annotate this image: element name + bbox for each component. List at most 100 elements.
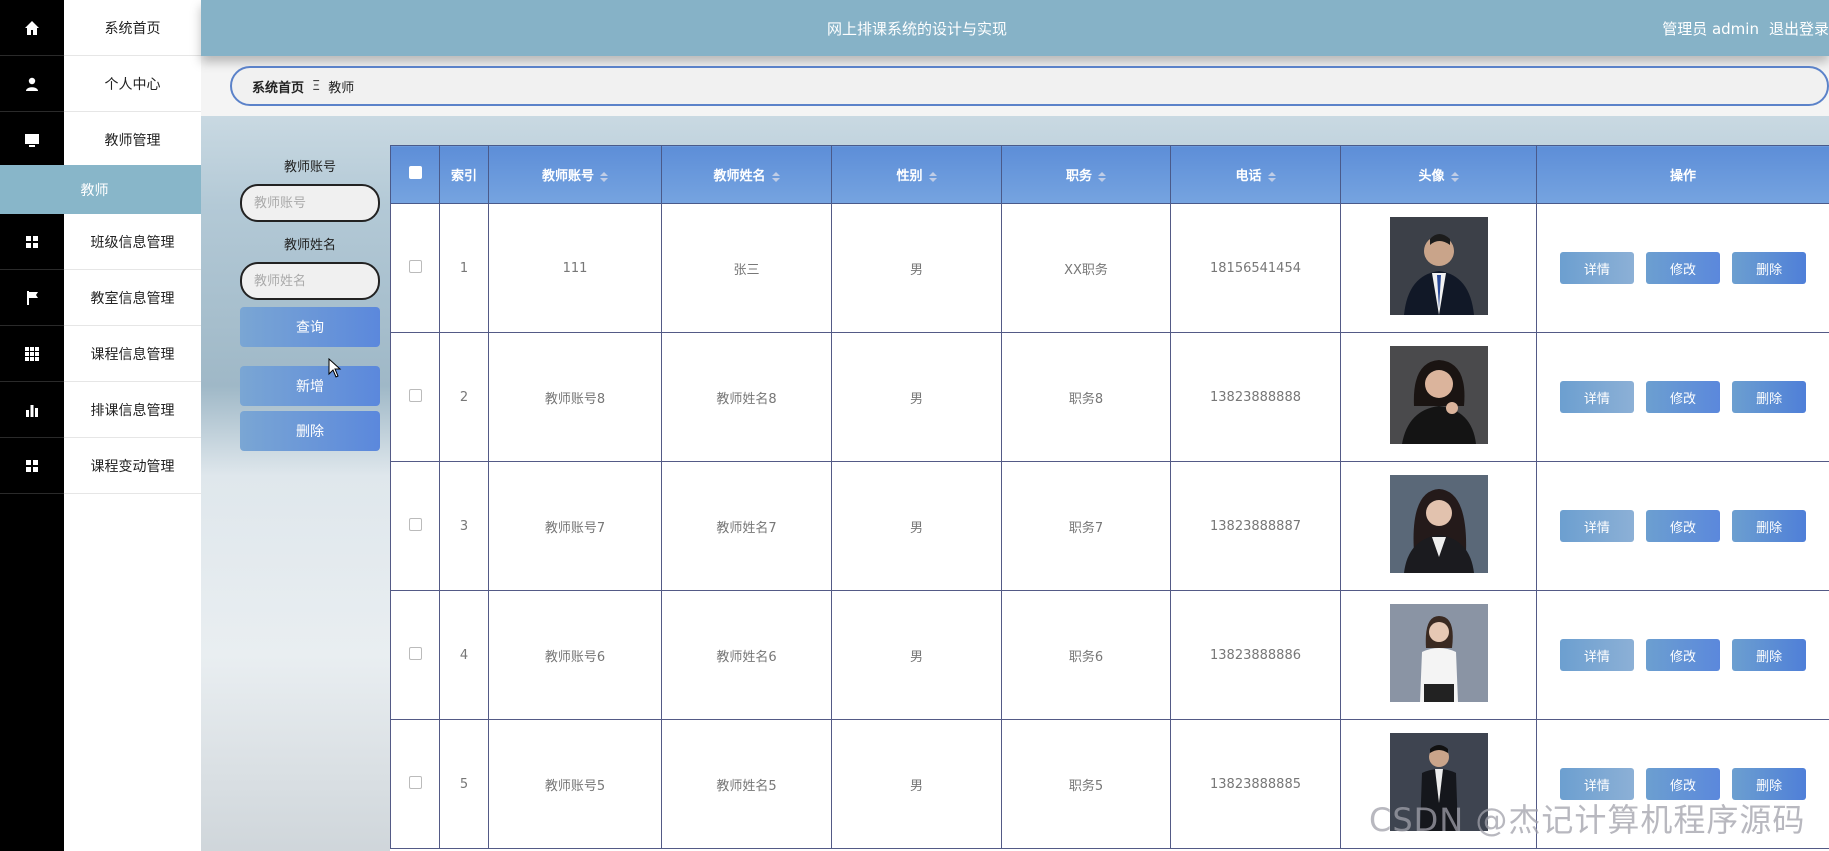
teacher-table: 索引 教师账号 教师姓名 性别 职务 电话 头像 操作 1 111 张三 男 X…: [390, 145, 1829, 851]
sort-icon[interactable]: [600, 171, 608, 182]
column-header-account[interactable]: 教师账号: [488, 145, 662, 204]
row-checkbox[interactable]: [408, 517, 422, 531]
top-header: 网上排课系统的设计与实现 管理员 admin 退出登录: [201, 0, 1829, 56]
row-select-cell[interactable]: [390, 461, 440, 591]
cell-phone: 13823888886: [1170, 590, 1341, 720]
sidebar-item-schedule-info[interactable]: 排课信息管理: [0, 382, 201, 438]
cell-position: XX职务: [1001, 203, 1171, 333]
avatar: [1389, 346, 1488, 444]
sort-icon[interactable]: [928, 171, 937, 182]
row-select-cell[interactable]: [390, 590, 440, 720]
apps-icon: [0, 326, 64, 382]
table-row: 2 教师账号8 教师姓名8 男 职务8 13823888888 详情 修改 删除: [390, 332, 1829, 462]
sidebar-item-home[interactable]: 系统首页: [0, 0, 201, 56]
sidebar-item-label: 班级信息管理: [64, 214, 201, 270]
sort-icon[interactable]: [1098, 171, 1106, 182]
breadcrumb-home[interactable]: 系统首页: [252, 77, 304, 96]
cell-account: 教师账号8: [488, 332, 662, 462]
sort-icon[interactable]: [771, 171, 780, 182]
row-checkbox[interactable]: [408, 259, 422, 273]
detail-button[interactable]: 详情: [1559, 252, 1634, 284]
logout-link[interactable]: 退出登录: [1769, 18, 1829, 39]
grid-icon: [0, 438, 64, 494]
cell-avatar: [1340, 461, 1537, 591]
sidebar-item-teacher-management[interactable]: 教师管理: [0, 112, 201, 168]
column-header-phone[interactable]: 电话: [1170, 145, 1341, 204]
cell-phone: 18156541454: [1170, 203, 1341, 333]
delete-button[interactable]: 删除: [1732, 252, 1807, 284]
sidebar-item-label: 课程变动管理: [64, 438, 201, 494]
column-header-label: 电话: [1235, 169, 1262, 184]
teacher-account-label: 教师账号: [283, 160, 336, 175]
cell-position: 职务6: [1001, 590, 1171, 720]
home-icon: [0, 0, 64, 56]
column-header-gender[interactable]: 性别: [831, 145, 1002, 204]
sort-icon[interactable]: [1450, 171, 1459, 182]
cell-position: 职务5: [1001, 719, 1171, 849]
add-button[interactable]: 新增: [240, 366, 380, 406]
query-button[interactable]: 查询: [240, 307, 380, 347]
column-header-label: 教师姓名: [713, 169, 766, 184]
user-icon: [0, 56, 64, 112]
sidebar-subitem-teacher[interactable]: 教师: [0, 165, 201, 214]
cell-account: 教师账号7: [488, 461, 662, 591]
column-header-label: 职务: [1065, 169, 1092, 184]
column-header-position[interactable]: 职务: [1001, 145, 1171, 204]
batch-delete-button[interactable]: 删除: [240, 411, 380, 451]
row-select-cell[interactable]: [390, 719, 440, 849]
cell-name: 教师姓名5: [661, 719, 832, 849]
sidebar-item-label: 排课信息管理: [64, 382, 201, 438]
row-select-cell[interactable]: [390, 203, 440, 333]
teacher-account-input[interactable]: [240, 184, 380, 222]
breadcrumb: 系统首页 Ξ 教师: [230, 66, 1829, 106]
edit-button[interactable]: 修改: [1646, 252, 1720, 284]
sort-icon[interactable]: [1267, 171, 1276, 182]
column-header-index: 索引: [439, 145, 489, 204]
detail-button[interactable]: 详情: [1559, 639, 1634, 671]
cell-name: 张三: [661, 203, 832, 333]
cell-gender: 男: [831, 461, 1002, 591]
sidebar-item-course-info[interactable]: 课程信息管理: [0, 326, 201, 382]
detail-button[interactable]: 详情: [1559, 381, 1634, 413]
cell-account: 111: [488, 203, 662, 333]
table-row: 4 教师账号6 教师姓名6 男 职务6 13823888886 详情 修改 删除: [390, 590, 1829, 720]
cell-phone: 13823888888: [1170, 332, 1341, 462]
cell-actions: 详情 修改 删除: [1536, 590, 1829, 720]
edit-button[interactable]: 修改: [1646, 510, 1720, 542]
cell-index: 2: [439, 332, 489, 462]
delete-button[interactable]: 删除: [1732, 381, 1807, 413]
delete-button[interactable]: 删除: [1732, 510, 1807, 542]
detail-button[interactable]: 详情: [1559, 510, 1634, 542]
cell-index: 4: [439, 590, 489, 720]
row-checkbox[interactable]: [408, 775, 422, 789]
column-header-avatar[interactable]: 头像: [1340, 145, 1537, 204]
edit-button[interactable]: 修改: [1646, 381, 1720, 413]
sidebar-item-profile[interactable]: 个人中心: [0, 56, 201, 112]
sidebar-item-classroom-info[interactable]: 教室信息管理: [0, 270, 201, 326]
cell-gender: 男: [831, 203, 1002, 333]
row-select-cell[interactable]: [390, 332, 440, 462]
select-all-checkbox[interactable]: [408, 166, 422, 179]
row-checkbox[interactable]: [408, 646, 422, 660]
table-header-row: 索引 教师账号 教师姓名 性别 职务 电话 头像 操作: [390, 145, 1829, 204]
app-title: 网上排课系统的设计与实现: [826, 19, 1007, 38]
edit-button[interactable]: 修改: [1646, 639, 1720, 671]
sidebar-item-class-info[interactable]: 班级信息管理: [0, 214, 201, 270]
sidebar-item-label: 课程信息管理: [64, 326, 201, 382]
select-all-cell[interactable]: [390, 145, 440, 204]
teacher-name-input[interactable]: [240, 262, 380, 300]
column-header-label: 头像: [1418, 169, 1445, 184]
column-header-label: 性别: [896, 169, 923, 184]
cell-phone: 13823888885: [1170, 719, 1341, 849]
teacher-name-label: 教师姓名: [283, 238, 336, 253]
bar-chart-icon: [0, 382, 64, 438]
flag-icon: [0, 270, 64, 326]
row-checkbox[interactable]: [408, 388, 422, 402]
delete-button[interactable]: 删除: [1732, 639, 1807, 671]
column-header-name[interactable]: 教师姓名: [661, 145, 832, 204]
table-row: 1 111 张三 男 XX职务 18156541454 详情 修改 删除: [390, 203, 1829, 333]
sidebar-item-label: 系统首页: [64, 0, 201, 56]
sidebar-item-course-change[interactable]: 课程变动管理: [0, 438, 201, 494]
user-area: 管理员 admin 退出登录: [1652, 0, 1829, 56]
cell-actions: 详情 修改 删除: [1536, 461, 1829, 591]
